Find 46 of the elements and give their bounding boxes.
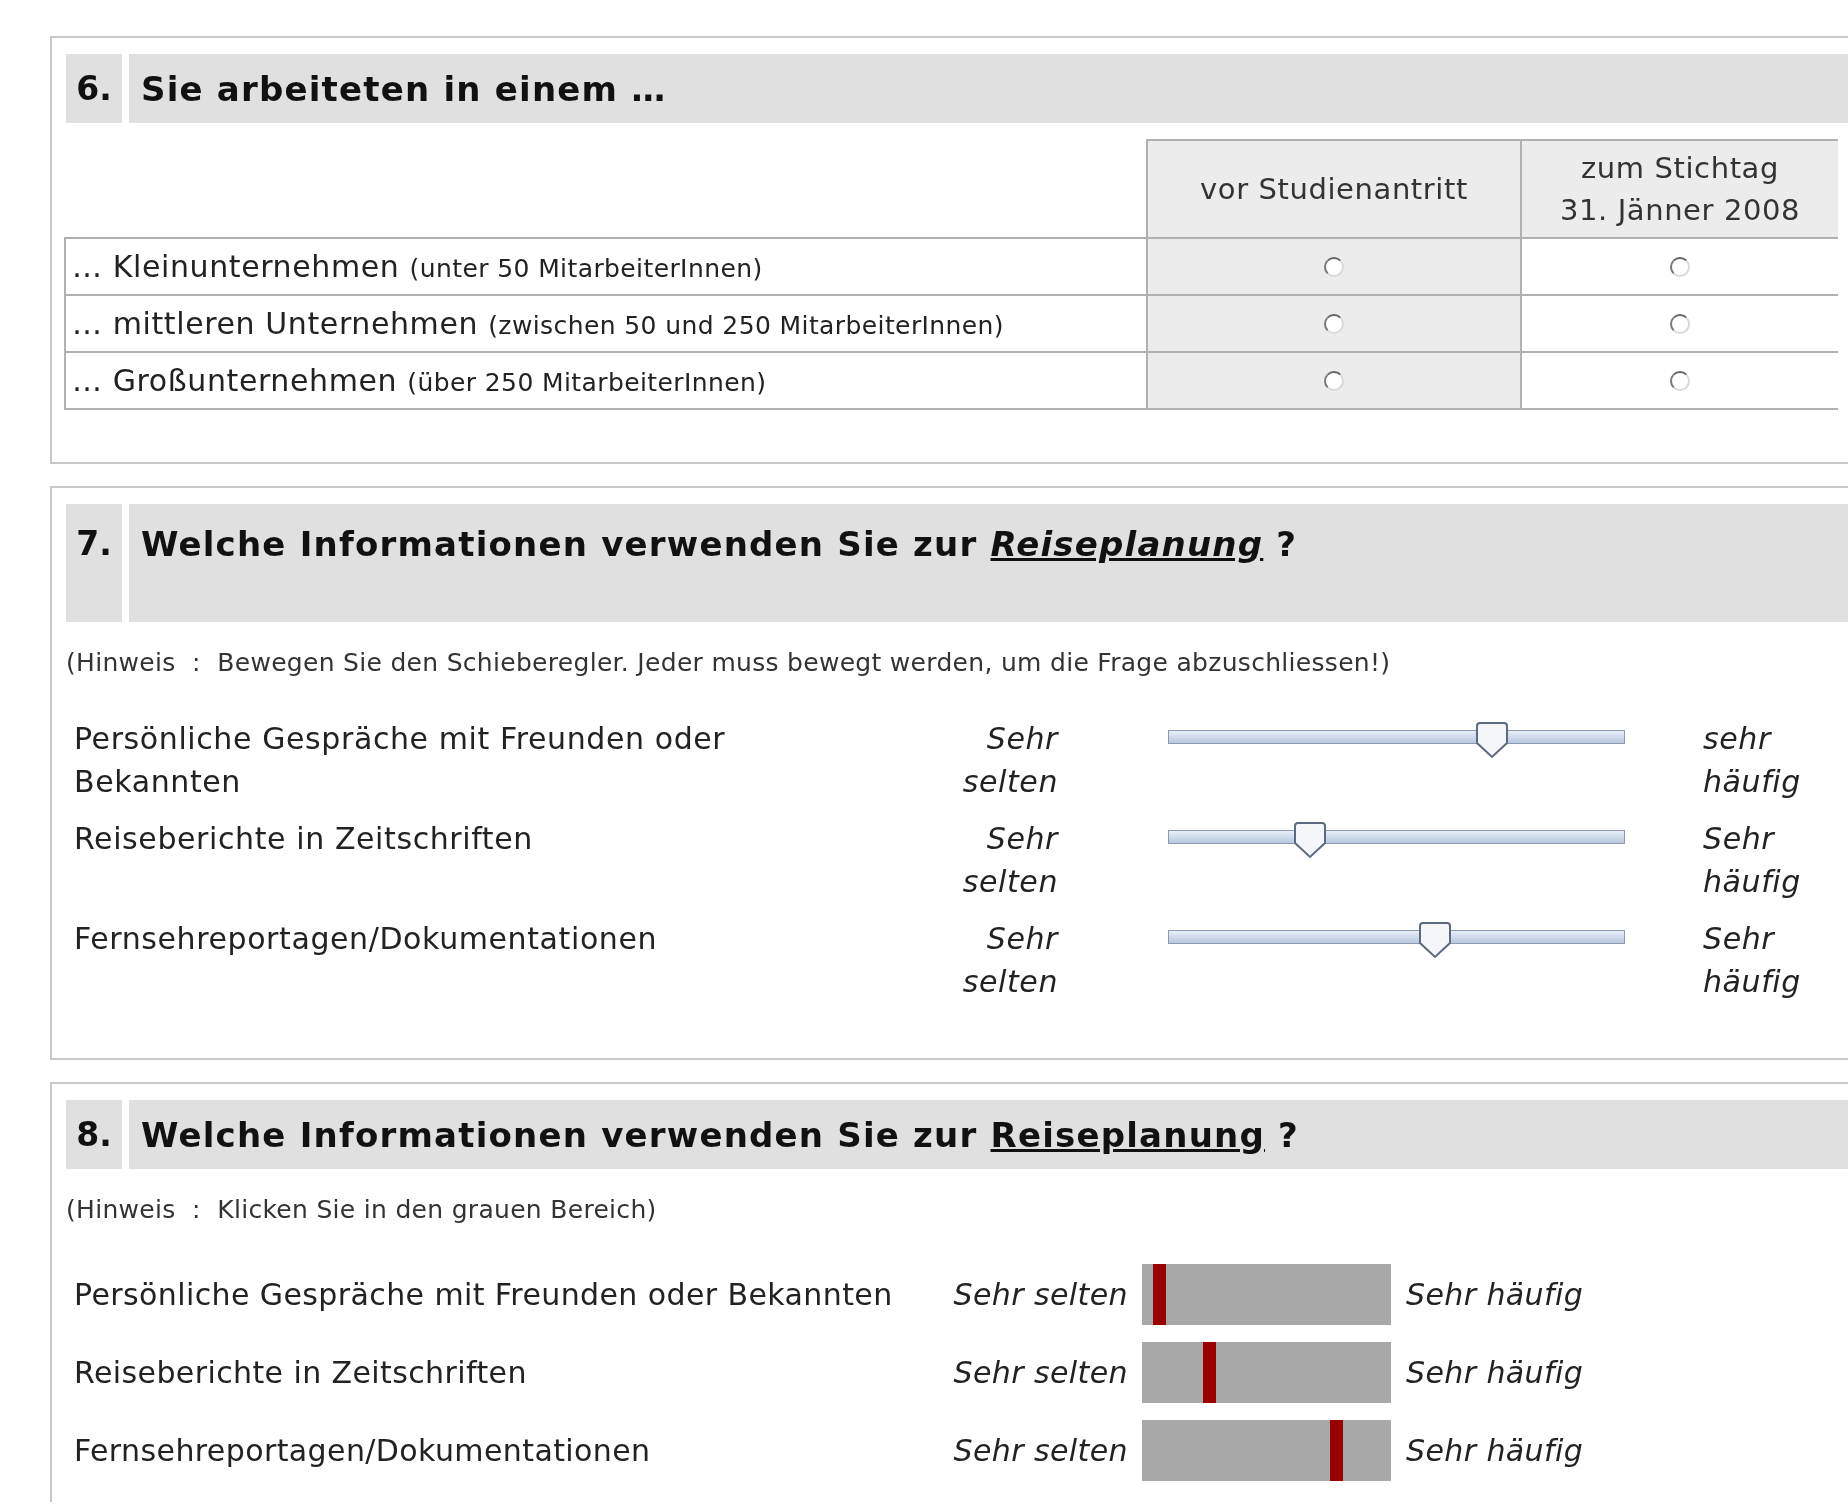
radio-button[interactable] [1324,370,1344,391]
scale-high-label: Sehr häufig [1703,820,1802,901]
radio-button[interactable] [1324,313,1344,334]
slider-thumb[interactable] [1474,721,1511,759]
question-number: 7. [66,504,129,622]
item-label: Fernsehreportagen/Dokumentationen [73,920,659,958]
column-header: zum Stichtag 31. Jänner 2008 [1521,140,1838,238]
item-label: Fernsehreportagen/Dokumentationen [73,1433,652,1468]
radio-button[interactable] [1324,256,1344,277]
slider-thumb[interactable] [1417,921,1454,959]
slider[interactable] [1168,821,1625,861]
item-label: Persönliche Gespräche mit Freunden oder Bekannten [73,1277,894,1312]
item-label: Reiseberichte in Zeitschriften [73,1355,528,1390]
radio-button[interactable] [1670,370,1690,391]
slider-thumb[interactable] [1291,821,1328,859]
scale-low-label: Sehr selten [952,1433,1129,1468]
scale-low-label: Sehr selten [952,1355,1129,1390]
scale-high-label: Sehr häufig [1405,1433,1585,1468]
hint-text: (Hinweis : Bewegen Sie den Schieberegler. Jeder muss bewegt werden, um die Frage abzuschliessen!) [66,647,1392,677]
hint-text: (Hinweis : Klicken Sie in den grauen Bereich) [66,1194,658,1224]
question-title: Welche Informationen verwenden Sie zur Reiseplanung ? [140,523,1298,564]
row-label: … Großunternehmen (über 250 MitarbeiterInnen) [65,352,1147,409]
radio-button[interactable] [1670,256,1690,277]
click-area[interactable] [1142,1420,1391,1481]
click-area[interactable] [1142,1342,1391,1403]
item-label: Reiseberichte in Zeitschriften [73,820,534,858]
scale-low-label: Sehr selten [961,920,1058,1001]
scale-high-label: Sehr häufig [1405,1277,1585,1312]
question-title: Sie arbeiteten in einem … [140,68,667,109]
click-area[interactable] [1142,1264,1391,1325]
scale-high-label: Sehr häufig [1703,920,1802,1001]
radio-button[interactable] [1670,313,1690,334]
question-title: Welche Informationen verwenden Sie zur Reiseplanung ? [140,1114,1299,1155]
row-label: … mittleren Unternehmen (zwischen 50 und 250 MitarbeiterInnen) [65,295,1147,352]
column-header: vor Studienantritt [1147,140,1521,238]
slider[interactable] [1168,721,1625,761]
row-label: … Kleinunternehmen (unter 50 MitarbeiterInnen) [65,238,1147,295]
scale-high-label: Sehr häufig [1405,1355,1585,1390]
question-number: 8. [66,1100,129,1169]
scale-low-label: Sehr selten [961,720,1058,801]
scale-low-label: Sehr selten [961,820,1058,901]
scale-low-label: Sehr selten [952,1277,1129,1312]
question-number: 6. [66,54,129,123]
item-label: Persönliche Gespräche mit Freunden oder Bekannten [73,720,727,801]
scale-high-label: sehr häufig [1703,720,1802,801]
slider[interactable] [1168,921,1625,961]
